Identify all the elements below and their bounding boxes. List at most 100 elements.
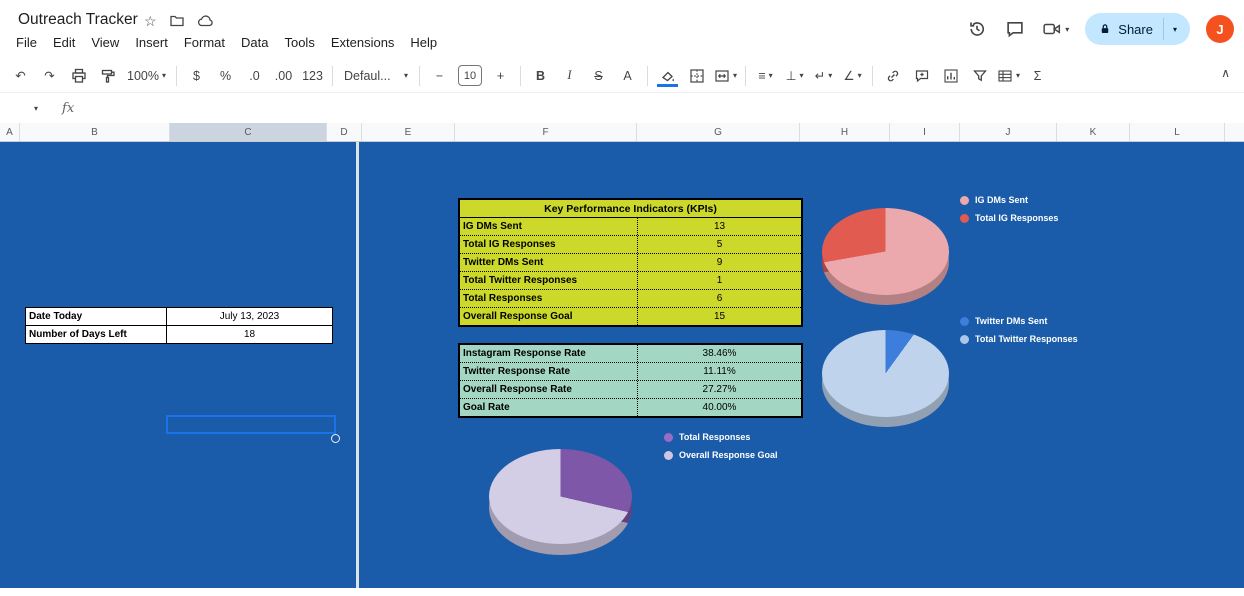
redo-button[interactable]: ↷ — [35, 63, 64, 89]
menu-item-edit[interactable]: Edit — [45, 33, 83, 52]
paint-format-button[interactable] — [93, 63, 122, 89]
functions-button[interactable]: Σ — [1023, 63, 1052, 89]
column-header-f[interactable]: F — [455, 123, 637, 141]
merge-cells-button[interactable]: ▾ — [711, 63, 740, 89]
column-header-k[interactable]: K — [1057, 123, 1130, 141]
italic-button[interactable]: I — [555, 63, 584, 89]
column-header-a[interactable]: A — [0, 123, 20, 141]
legend-item[interactable]: Twitter DMs Sent — [960, 316, 1078, 326]
create-filter-button[interactable] — [965, 63, 994, 89]
column-header-h[interactable]: H — [800, 123, 890, 141]
kpi-value: 5 — [716, 239, 723, 250]
menu-item-view[interactable]: View — [83, 33, 127, 52]
frozen-pane-divider[interactable] — [356, 142, 359, 588]
move-folder-icon[interactable] — [169, 13, 185, 29]
increase-font-size-button[interactable]: + — [486, 63, 515, 89]
column-header-i[interactable]: I — [890, 123, 960, 141]
table-row[interactable]: Overall Response Goal 15 — [460, 307, 801, 325]
font-select[interactable]: Defaul... ▾ — [338, 63, 414, 89]
table-row[interactable]: Total Responses 6 — [460, 289, 801, 307]
share-dropdown-icon[interactable]: ▾ — [1164, 25, 1186, 34]
decrease-font-size-button[interactable]: − — [425, 63, 454, 89]
format-currency-button[interactable]: $ — [182, 63, 211, 89]
name-box-dropdown-icon[interactable]: ▾ — [34, 104, 38, 113]
legend-item[interactable]: Overall Response Goal — [664, 450, 778, 460]
responses-pie-chart[interactable] — [489, 449, 632, 555]
font-size-input[interactable]: 10 — [458, 65, 482, 86]
insert-link-button[interactable] — [878, 63, 907, 89]
column-header-b[interactable]: B — [20, 123, 170, 141]
kpi-value: 9 — [716, 257, 723, 268]
print-button[interactable] — [64, 63, 93, 89]
meet-dropdown-icon[interactable]: ▾ — [1065, 25, 1069, 34]
menu-item-tools[interactable]: Tools — [276, 33, 322, 52]
ig-pie-chart[interactable] — [822, 208, 949, 305]
legend-label: Total Responses — [679, 432, 751, 442]
insert-comment-button[interactable] — [907, 63, 936, 89]
zoom-select[interactable]: 100% ▾ — [122, 63, 171, 89]
menu-item-format[interactable]: Format — [176, 33, 233, 52]
vertical-align-button[interactable]: ⊥ ▾ — [780, 63, 809, 89]
column-header-l[interactable]: L — [1130, 123, 1225, 141]
menu-item-extensions[interactable]: Extensions — [323, 33, 403, 52]
pie-face — [489, 449, 632, 544]
table-row[interactable]: IG DMs Sent 13 — [460, 218, 801, 235]
menu-item-insert[interactable]: Insert — [127, 33, 176, 52]
legend-item[interactable]: Total Responses — [664, 432, 778, 442]
table-row[interactable]: Twitter DMs Sent 9 — [460, 253, 801, 271]
comments-icon[interactable] — [1004, 18, 1026, 40]
rate-label: Instagram Response Rate — [460, 345, 638, 362]
pie-face — [822, 208, 949, 295]
table-views-button[interactable]: ▾ — [994, 63, 1023, 89]
horizontal-scrollbar[interactable] — [0, 588, 1244, 596]
table-row[interactable]: Date Today July 13, 2023 — [26, 308, 332, 325]
twitter-pie-chart[interactable] — [822, 330, 949, 427]
table-row[interactable]: Instagram Response Rate 38.46% — [460, 345, 801, 362]
menu-item-file[interactable]: File — [8, 33, 45, 52]
menu-item-data[interactable]: Data — [233, 33, 276, 52]
decrease-decimal-button[interactable]: .0 — [240, 63, 269, 89]
table-row[interactable]: Total Twitter Responses 1 — [460, 271, 801, 289]
text-wrap-button[interactable]: ↵ ▾ — [809, 63, 838, 89]
legend-item[interactable]: IG DMs Sent — [960, 195, 1058, 205]
horizontal-align-dropdown-icon: ▾ — [768, 71, 773, 80]
column-header-d[interactable]: D — [327, 123, 362, 141]
legend-item[interactable]: Total IG Responses — [960, 213, 1058, 223]
horizontal-align-button[interactable]: ≡ ▾ — [751, 63, 780, 89]
strikethrough-button[interactable]: S — [584, 63, 613, 89]
hide-menus-button[interactable]: ∧ — [1221, 66, 1230, 80]
more-formats-button[interactable]: 123 — [298, 63, 327, 89]
text-color-button[interactable]: A — [613, 63, 642, 89]
table-row[interactable]: Overall Response Rate 27.27% — [460, 380, 801, 398]
format-percent-button[interactable]: % — [211, 63, 240, 89]
column-header-g[interactable]: G — [637, 123, 800, 141]
undo-button[interactable]: ↶ — [6, 63, 35, 89]
star-icon[interactable]: ☆ — [144, 13, 157, 29]
document-title[interactable]: Outreach Tracker — [18, 11, 138, 29]
column-header-c[interactable]: C — [170, 123, 327, 141]
text-rotation-button[interactable]: ∠ ▾ — [838, 63, 867, 89]
bold-button[interactable]: B — [526, 63, 555, 89]
menu-item-help[interactable]: Help — [402, 33, 445, 52]
borders-button[interactable] — [682, 63, 711, 89]
table-row[interactable]: Number of Days Left 18 — [26, 325, 332, 343]
selection-handle[interactable] — [331, 434, 340, 443]
share-button[interactable]: Share ▾ — [1085, 13, 1190, 45]
cell-selection-outline[interactable] — [166, 415, 340, 443]
meet-icon[interactable]: ▾ — [1042, 20, 1069, 38]
info-label: Number of Days Left — [26, 326, 167, 343]
table-row[interactable]: Twitter Response Rate 11.11% — [460, 362, 801, 380]
column-header-e[interactable]: E — [362, 123, 455, 141]
legend-dot — [664, 450, 673, 460]
legend-item[interactable]: Total Twitter Responses — [960, 334, 1078, 344]
column-header-j[interactable]: J — [960, 123, 1057, 141]
insert-chart-button[interactable] — [936, 63, 965, 89]
fill-color-button[interactable] — [653, 63, 682, 89]
version-history-icon[interactable] — [966, 18, 988, 40]
increase-decimal-button[interactable]: .00 — [269, 63, 298, 89]
table-row[interactable]: Goal Rate 40.00% — [460, 398, 801, 416]
sheet-grid[interactable]: Date Today July 13, 2023 Number of Days … — [0, 142, 1244, 588]
legend-dot — [960, 195, 969, 205]
avatar[interactable]: J — [1206, 15, 1234, 43]
table-row[interactable]: Total IG Responses 5 — [460, 235, 801, 253]
